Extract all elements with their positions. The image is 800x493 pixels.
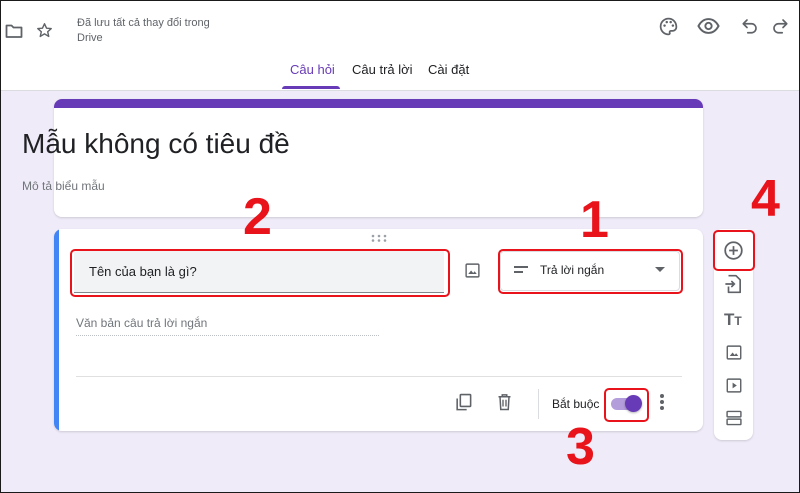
footer-vertical-divider <box>538 389 539 419</box>
tab-settings[interactable]: Cài đặt <box>428 62 469 77</box>
tab-responses[interactable]: Câu trả lời <box>352 62 413 77</box>
star-icon[interactable] <box>36 22 53 39</box>
short-answer-underline <box>76 335 379 336</box>
question-footer-divider <box>76 376 682 377</box>
annotation-number-2: 2 <box>243 188 272 246</box>
form-description-field[interactable]: Mô tả biểu mẫu <box>22 179 105 193</box>
active-tab-indicator <box>282 86 340 89</box>
import-questions-icon[interactable] <box>725 274 742 294</box>
drag-handle-icon[interactable] <box>371 234 387 242</box>
folder-icon[interactable] <box>5 23 23 39</box>
more-options-icon[interactable] <box>659 393 665 411</box>
short-answer-placeholder: Văn bản câu trả lời ngắn <box>76 316 208 330</box>
add-section-icon[interactable] <box>725 410 743 426</box>
annotation-number-3: 3 <box>566 418 595 476</box>
form-title[interactable]: Mẫu không có tiêu đề <box>22 128 290 160</box>
undo-icon[interactable] <box>741 17 759 35</box>
save-status-line1: Đã lưu tất cả thay đổi trong <box>77 17 210 29</box>
add-video-icon[interactable] <box>725 377 743 394</box>
question-title-text: Tên của bạn là gì? <box>89 264 197 279</box>
question-type-label: Trả lời ngắn <box>540 263 605 277</box>
add-question-image-icon[interactable] <box>464 262 481 279</box>
palette-icon[interactable] <box>658 16 679 37</box>
add-question-icon[interactable] <box>723 240 744 261</box>
delete-trash-icon[interactable] <box>496 393 513 411</box>
required-label: Bắt buộc <box>552 397 600 411</box>
redo-icon[interactable] <box>771 17 789 35</box>
short-answer-icon <box>514 266 528 273</box>
add-image-icon[interactable] <box>725 344 743 361</box>
title-card-accent-bar <box>54 99 703 108</box>
save-status: Đã lưu tất cả thay đổi trong Drive <box>77 16 257 46</box>
save-status-line2: Drive <box>77 32 103 44</box>
add-title-icon[interactable]: TT <box>724 310 742 330</box>
annotation-number-1: 1 <box>580 191 609 249</box>
question-active-accent <box>54 229 59 431</box>
chevron-down-icon <box>655 267 665 272</box>
annotation-number-4: 4 <box>751 170 780 228</box>
duplicate-icon[interactable] <box>454 393 473 412</box>
preview-eye-icon[interactable] <box>697 17 720 35</box>
top-bar: Đã lưu tất cả thay đổi trong Drive Câu h… <box>0 0 800 91</box>
tab-questions[interactable]: Câu hỏi <box>290 62 335 77</box>
required-toggle-knob[interactable] <box>625 395 642 412</box>
